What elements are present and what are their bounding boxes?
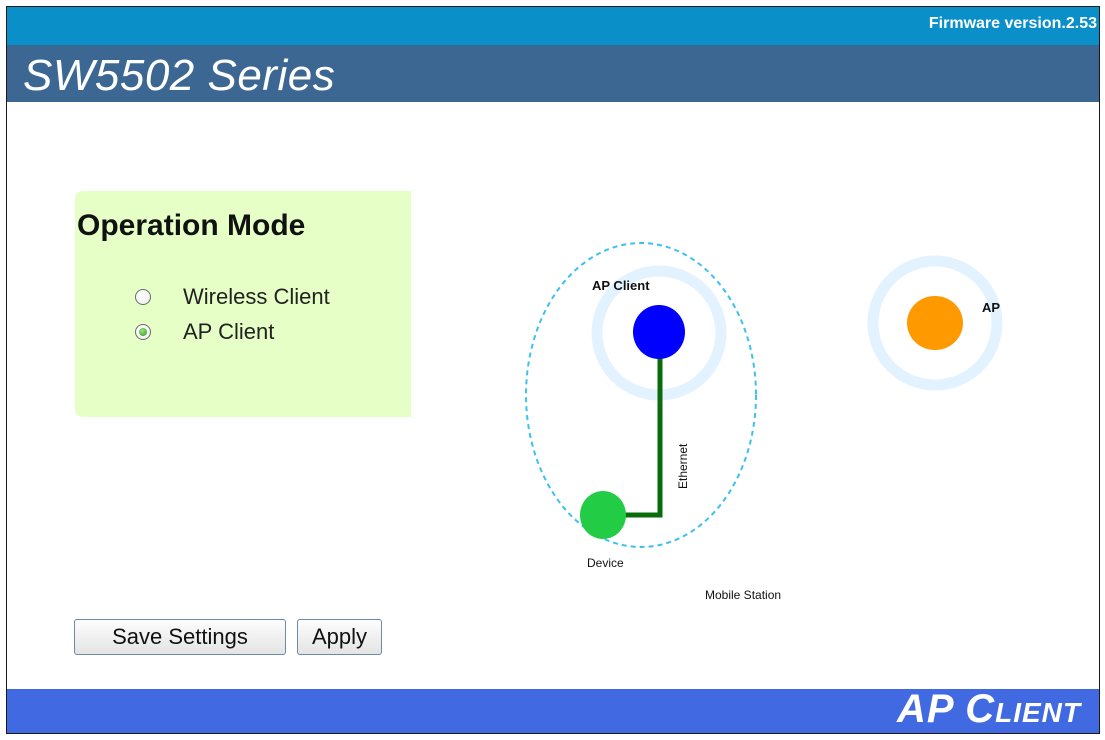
ap-client-radio[interactable] [135, 324, 151, 340]
ap-node [907, 296, 963, 350]
ethernet-link [625, 355, 663, 518]
ap-client-option[interactable]: AP Client [135, 319, 274, 345]
apply-button[interactable]: Apply [297, 619, 382, 655]
ethernet-label: Ethernet [676, 443, 690, 489]
ap-client-node-label: AP Client [592, 278, 650, 293]
top-bar: Firmware version.2.53 [7, 7, 1099, 45]
device-label: Device [587, 556, 624, 570]
mobile-station-label: Mobile Station [705, 588, 781, 602]
operation-mode-title: Operation Mode [77, 209, 306, 242]
device-node [580, 491, 626, 539]
product-title: SW5502 Series [23, 51, 336, 100]
operation-mode-panel: Operation Mode Wireless Client AP Client [75, 191, 411, 417]
firmware-version: Firmware version.2.53 [928, 15, 1097, 32]
ap-node-label: AP [982, 300, 1000, 315]
network-diagram: AP Client AP Ethernet Device Mobile Stat… [525, 242, 1003, 602]
page-frame: Firmware version.2.53 SW5502 Series Oper… [6, 6, 1100, 734]
title-bar: SW5502 Series [7, 45, 1099, 102]
wireless-client-label[interactable]: Wireless Client [183, 284, 330, 310]
ap-client-node [633, 305, 685, 359]
page-mode-title: AP Client [897, 687, 1081, 731]
wireless-client-option[interactable]: Wireless Client [135, 284, 330, 310]
ap-client-label[interactable]: AP Client [183, 319, 274, 345]
save-settings-button[interactable]: Save Settings [74, 619, 286, 655]
bottom-bar: AP Client [7, 687, 1099, 733]
wireless-client-radio[interactable] [135, 289, 151, 305]
